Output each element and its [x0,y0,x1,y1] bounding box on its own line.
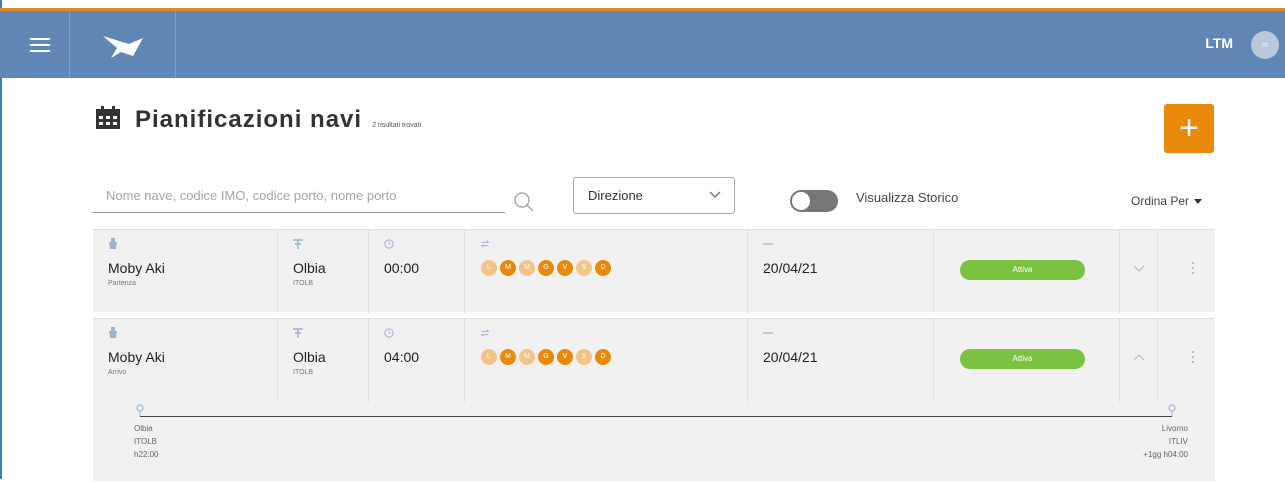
calendar-icon [96,106,120,129]
origin-time: h22:00 [134,450,159,459]
more-cell [1158,230,1215,313]
port-name: Olbia [293,349,326,365]
status-cell: Attiva [934,319,1120,402]
ship-name: Moby Aki [108,349,165,365]
days-cell: LMMGVSD [465,319,748,402]
status-badge: Attiva [960,260,1085,280]
user-avatar[interactable]: m [1251,31,1279,59]
repeat-icon [480,329,490,337]
port-cell: Olbia ITOLB [278,230,369,313]
hamburger-menu-button[interactable] [10,11,70,78]
chevron-down-icon[interactable] [1133,263,1145,275]
results-count: 2 risultati trovati [372,122,422,129]
weekday-badge: S [576,349,592,365]
port-icon [293,328,303,338]
weekday-badge: M [519,260,535,276]
weekday-badge: S [576,260,592,276]
page-title: Pianificazioni navi [135,106,363,133]
destination-time: +1gg h04:00 [1143,450,1188,459]
weekday-badge: G [538,349,554,365]
weekday-badge: V [557,260,573,276]
search-icon[interactable] [512,190,536,214]
ship-direction: Arrivo [108,369,127,376]
weekday-list: LMMGVSD [481,349,614,365]
history-toggle[interactable] [790,190,838,212]
port-code: ITOLB [293,369,314,376]
app-logo[interactable] [70,11,176,78]
time-cell: 00:00 [369,230,465,313]
chevron-up-icon[interactable] [1133,352,1145,364]
page-header: Pianificazioni navi 2 risultati trovati [95,103,421,134]
origin-name: Olbia [134,424,153,433]
more-vertical-icon[interactable] [1191,351,1195,367]
table-row[interactable]: Moby Aki Arrivo Olbia ITOLB 04:00 LMMGVS… [93,318,1215,481]
date-icon [763,243,773,245]
clock-icon [384,239,394,249]
ship-icon [109,238,117,249]
repeat-icon [480,240,490,248]
weekday-list: LMMGVSD [481,260,614,276]
port-code: ITOLB [293,280,314,287]
more-cell [1158,319,1215,402]
days-cell: LMMGVSD [465,230,748,313]
clock-icon [384,328,394,338]
weekday-badge: M [500,260,516,276]
ship-cell: Moby Aki Arrivo [93,319,278,402]
route-origin: Olbia ITOLB h22:00 [134,422,158,461]
map-pin-icon [1168,404,1176,416]
search-input[interactable] [92,178,505,212]
weekday-badge: D [595,260,611,276]
departure-time: 00:00 [384,260,420,276]
weekday-badge: L [481,260,497,276]
status-cell: Attiva [934,230,1120,313]
destination-code: ITLIV [1168,437,1188,446]
weekday-badge: G [538,260,554,276]
destination-name: Livorno [1161,424,1188,433]
more-vertical-icon[interactable] [1191,262,1195,278]
port-icon [293,239,303,249]
weekday-badge: M [519,349,535,365]
expand-cell [1120,230,1158,313]
route-details: Olbia ITOLB h22:00 Livorno ITLIV +1gg h0… [93,402,1215,482]
port-name: Olbia [293,260,326,276]
ship-name: Moby Aki [108,260,165,276]
search-field [92,178,505,213]
app-bar: LTM m [0,11,1285,78]
route-line [140,416,1172,417]
weekday-badge: D [595,349,611,365]
map-pin-icon [136,404,144,416]
date-icon [763,332,773,334]
start-date: 20/04/21 [763,349,818,365]
chevron-down-icon [709,191,721,199]
status-badge: Attiva [960,349,1085,369]
direction-select-label: Direzione [588,188,643,203]
time-cell: 04:00 [369,319,465,402]
menu-icon [29,43,50,46]
origin-code: ITOLB [134,437,157,446]
ship-cell: Moby Aki Partenza [93,230,278,313]
port-cell: Olbia ITOLB [278,319,369,402]
history-toggle-label: Visualizza Storico [856,190,959,205]
start-date: 20/04/21 [763,260,818,276]
weekday-badge: V [557,349,573,365]
logo-icon [102,35,143,58]
sort-dropdown[interactable]: Ordina Per [1131,194,1203,208]
route-destination: Livorno ITLIV +1gg h04:00 [1143,422,1188,461]
weekday-badge: L [481,349,497,365]
date-cell: 20/04/21 [748,230,934,313]
direction-select[interactable]: Direzione [573,177,735,214]
table-row[interactable]: Moby Aki Partenza Olbia ITOLB 00:00 LMMG… [93,229,1215,313]
departure-time: 04:00 [384,349,420,365]
expand-cell [1120,319,1158,402]
caret-down-icon [1194,199,1203,205]
ship-direction: Partenza [108,280,137,287]
brand-label: LTM [1205,35,1233,51]
toggle-knob [792,192,810,210]
date-cell: 20/04/21 [748,319,934,402]
weekday-badge: M [500,349,516,365]
sort-label: Ordina Per [1131,194,1190,208]
add-planning-button[interactable]: + [1164,104,1214,153]
ship-icon [109,327,117,338]
